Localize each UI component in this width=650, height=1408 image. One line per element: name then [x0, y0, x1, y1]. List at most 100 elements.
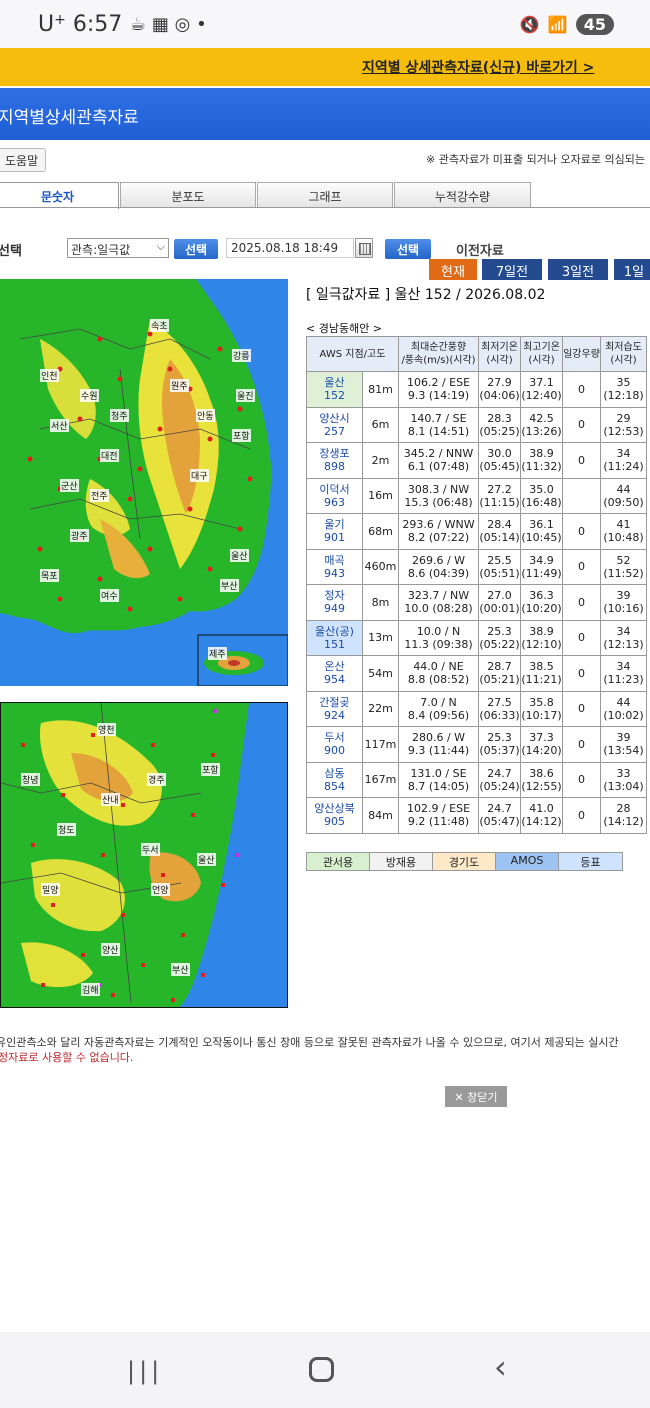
detailed-data-link[interactable]: 지역별 상세관측자료(신규) 바로가기 >	[362, 57, 594, 77]
map-city-label: 대전	[100, 449, 119, 462]
min-temp-cell: 25.5 (05:51)	[478, 548, 521, 585]
altitude-cell: 81m	[362, 371, 399, 408]
rain-cell: 0	[562, 584, 601, 621]
select-button-2[interactable]: 선택	[385, 239, 431, 259]
legend-item: 관서용	[307, 853, 370, 870]
help-button[interactable]: 도움말	[0, 148, 47, 172]
table-row[interactable]: 울산(공) 151 13m 10.0 / N 11.3 (09:38) 25.3 (05:2…	[306, 619, 647, 656]
period-7days-button[interactable]: 7일전	[482, 259, 542, 280]
station-cell[interactable]: 장생포 898	[306, 442, 363, 479]
legend: 관서용 방재용 경기도 AMOS 등표	[306, 852, 623, 871]
recent-apps-icon[interactable]: |||	[127, 1357, 163, 1385]
rain-cell: 0	[562, 797, 601, 834]
datetime-input[interactable]: 2025.08.18 18:49	[226, 238, 354, 258]
station-cell[interactable]: 울기 901	[306, 513, 363, 550]
close-window-button[interactable]: ✕ 창닫기	[445, 1086, 507, 1107]
mute-icon: 🔇	[519, 15, 540, 34]
korea-map[interactable]: 속초 강릉 원주 청주 대전 대구 울산 부산 광주 목포 제주 여수 포항 울진 안동 전주 군산 서산 인천 수원	[0, 279, 288, 686]
station-cell[interactable]: 정자 949	[306, 584, 363, 621]
wind-cell: 44.0 / NE 8.8 (08:52)	[398, 655, 479, 692]
table-row[interactable]: 양산상북 905 84m 102.9 / ESE 9.2 (11:48) 24.7 (05:…	[306, 797, 647, 834]
gyeongnam-map[interactable]: 영천 경주 포항 울산 양산 밀양 청도 창녕 부산 김해 산내 두서 언양	[0, 702, 288, 1008]
table-row[interactable]: 매곡 943 460m 269.6 / W 8.6 (04:39) 25.5 (05:51)…	[306, 548, 647, 585]
map-city-label: 두서	[141, 843, 160, 856]
tab-numeric[interactable]: 문숫자	[0, 182, 119, 209]
table-row[interactable]: 장생포 898 2m 345.2 / NNW 6.1 (07:48) 30.0 (05:45…	[306, 442, 647, 479]
table-row[interactable]: 이덕서 963 16m 308.3 / NW 15.3 (06:48) 27.2 (11:1…	[306, 477, 647, 514]
table-row[interactable]: 울기 901 68m 293.6 / WNW 8.2 (07:22) 28.4 (05:14…	[306, 513, 647, 550]
station-cell[interactable]: 울산(공) 151	[306, 619, 363, 656]
station-cell[interactable]: 울산 152	[306, 371, 363, 408]
wind-cell: 323.7 / NW 10.0 (08:28)	[398, 584, 479, 621]
altitude-cell: 22m	[362, 690, 399, 727]
station-cell[interactable]: 삼동 854	[306, 761, 363, 798]
min-humidity-cell: 28 (14:12)	[600, 797, 647, 834]
map-city-label: 산내	[101, 793, 120, 806]
station-cell[interactable]: 이덕서 963	[306, 477, 363, 514]
max-temp-cell: 34.9 (11:49)	[520, 548, 563, 585]
notice-text: ※ 관측자료가 미표출 되거나 오자료로 의심되는	[426, 153, 645, 166]
disclaimer-line-2: 정자료로 사용할 수 없습니다.	[0, 1051, 134, 1064]
top-banner: 지역별 상세관측자료(신규) 바로가기 >	[0, 48, 650, 86]
map-city-label: 양산	[101, 943, 120, 956]
observation-type-dropdown[interactable]: 관측:일극값 ⌵	[67, 238, 169, 258]
table-row[interactable]: 두서 900 117m 280.6 / W 9.3 (11:44) 25.3 (05:37)…	[306, 726, 647, 763]
min-temp-cell: 30.0 (05:45)	[478, 442, 521, 479]
wifi-icon: 📶	[547, 15, 568, 34]
table-row[interactable]: 온산 954 54m 44.0 / NE 8.8 (08:52) 28.7 (05:21) 3…	[306, 655, 647, 692]
map-city-label: 청도	[57, 823, 76, 836]
station-cell[interactable]: 양산상북 905	[306, 797, 363, 834]
wind-cell: 280.6 / W 9.3 (11:44)	[398, 726, 479, 763]
altitude-cell: 2m	[362, 442, 399, 479]
station-cell[interactable]: 간절곶 924	[306, 690, 363, 727]
table-row[interactable]: 울산 152 81m 106.2 / ESE 9.3 (14:19) 27.9 (04:06…	[306, 371, 647, 408]
map-city-label: 영천	[97, 723, 116, 736]
legend-item: 방재용	[370, 853, 433, 870]
header-min-temp: 최저기온 (시각)	[478, 336, 521, 372]
station-cell[interactable]: 두서 900	[306, 726, 363, 763]
wind-cell: 269.6 / W 8.6 (04:39)	[398, 548, 479, 585]
min-temp-cell: 28.7 (05:21)	[478, 655, 521, 692]
station-cell[interactable]: 매곡 943	[306, 548, 363, 585]
map-city-label: 경주	[147, 773, 166, 786]
wind-cell: 106.2 / ESE 9.3 (14:19)	[398, 371, 479, 408]
tab-graph[interactable]: 그래프	[257, 182, 393, 208]
table-row[interactable]: 간절곶 924 22m 7.0 / N 8.4 (09:56) 27.5 (06:33) 35…	[306, 690, 647, 727]
station-cell[interactable]: 양산시 257	[306, 406, 363, 443]
header-wind: 최대순간풍향/풍속(m/s)(시각)	[398, 336, 479, 372]
map-city-label: 강릉	[232, 349, 251, 362]
map-city-label: 김해	[81, 983, 100, 996]
period-3days-button[interactable]: 3일전	[548, 259, 608, 280]
table-title: [ 일극값자료 ] 울산 152 / 2026.08.02	[306, 287, 546, 303]
min-humidity-cell: 44 (10:02)	[600, 690, 647, 727]
period-now-button[interactable]: 현재	[429, 259, 477, 280]
calendar-icon: ▦	[151, 14, 169, 35]
table-row[interactable]: 정자 949 8m 323.7 / NW 10.0 (08:28) 27.0 (00:01)…	[306, 584, 647, 621]
min-humidity-cell: 33 (13:04)	[600, 761, 647, 798]
table-row[interactable]: 양산시 257 6m 140.7 / SE 8.1 (14:51) 28.3 (05:25)…	[306, 406, 647, 443]
calendar-picker-icon[interactable]	[355, 238, 373, 258]
min-temp-cell: 24.7 (05:47)	[478, 797, 521, 834]
status-bar: U+ 6:57 ☕ ▦ ◎ • 🔇 📶 45	[0, 0, 650, 52]
period-1day-button[interactable]: 1일	[614, 259, 650, 280]
tab-distribution[interactable]: 분포도	[120, 182, 256, 208]
header-max-temp: 최고기온 (시각)	[520, 336, 563, 372]
korea-map-graphic	[0, 279, 288, 686]
altitude-cell: 54m	[362, 655, 399, 692]
wind-cell: 131.0 / SE 8.7 (14:05)	[398, 761, 479, 798]
map-city-label: 목포	[40, 569, 59, 582]
back-icon[interactable]: ‹	[494, 1348, 507, 1386]
tab-cumulative-rain[interactable]: 누적강수량	[394, 182, 531, 208]
system-icons: 🔇 📶 45	[520, 14, 614, 35]
max-temp-cell: 38.9 (11:32)	[520, 442, 563, 479]
altitude-cell: 68m	[362, 513, 399, 550]
map-city-label: 언양	[151, 883, 170, 896]
max-temp-cell: 41.0 (14:12)	[520, 797, 563, 834]
min-humidity-cell: 34 (11:24)	[600, 442, 647, 479]
min-humidity-cell: 52 (11:52)	[600, 548, 647, 585]
table-row[interactable]: 삼동 854 167m 131.0 / SE 8.7 (14:05) 24.7 (05:24…	[306, 761, 647, 798]
select-button-1[interactable]: 선택	[174, 239, 218, 259]
home-icon[interactable]	[309, 1357, 334, 1382]
station-cell[interactable]: 온산 954	[306, 655, 363, 692]
header-station: AWS 지점/고도	[306, 336, 399, 372]
